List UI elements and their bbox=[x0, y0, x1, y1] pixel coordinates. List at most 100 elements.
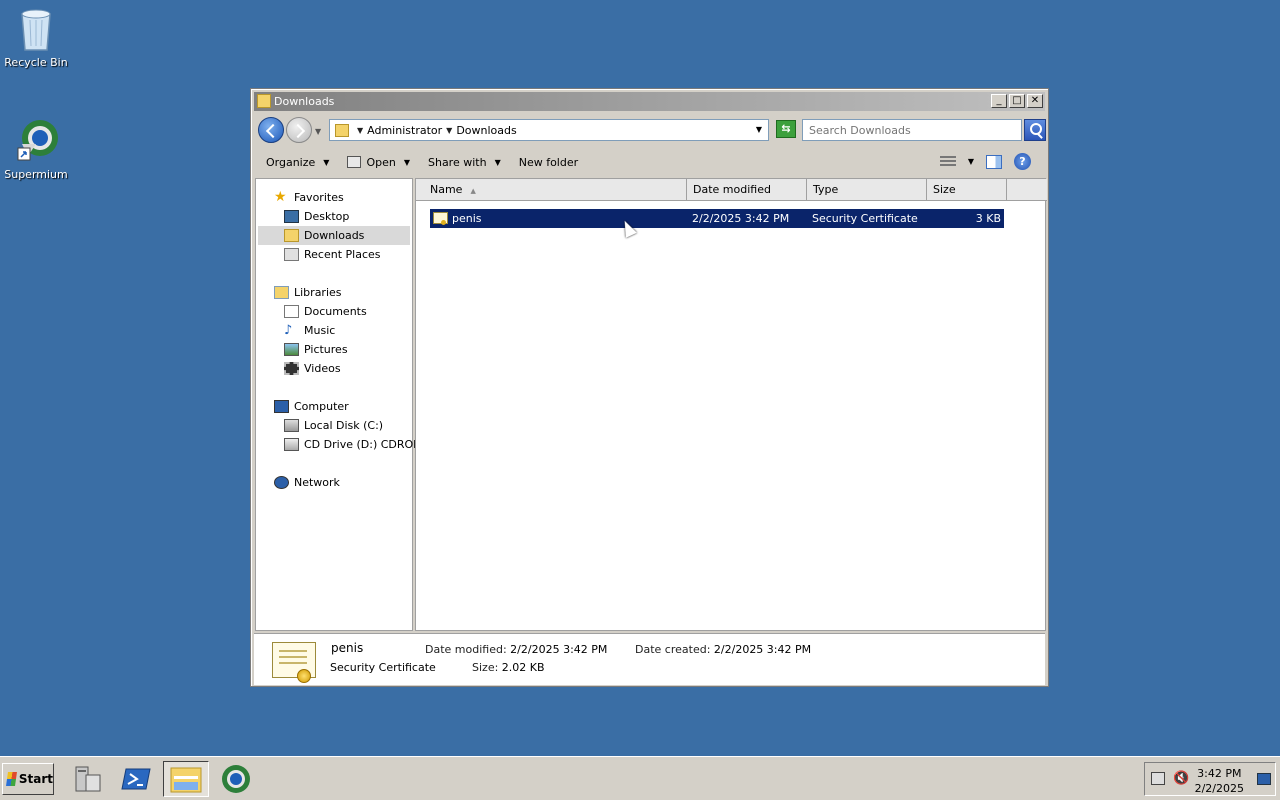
system-tray: 🔇 3:42 PM 2/2/2025 bbox=[1144, 762, 1276, 796]
open-button[interactable]: Open ▼ bbox=[347, 156, 410, 169]
nav-label: Network bbox=[294, 476, 340, 489]
nav-item-computer[interactable]: Computer bbox=[274, 397, 349, 416]
organize-label: Organize bbox=[266, 155, 316, 169]
column-label: Date modified bbox=[693, 183, 771, 196]
music-icon: ♪ bbox=[284, 323, 293, 338]
change-view-icon[interactable] bbox=[939, 155, 956, 168]
powershell-icon bbox=[121, 768, 151, 790]
network-icon bbox=[274, 476, 289, 489]
chevron-down-icon: ▼ bbox=[494, 157, 501, 167]
recent-pages-dropdown[interactable]: ▼ bbox=[315, 127, 321, 136]
file-date-modified: 2/2/2025 3:42 PM bbox=[692, 212, 790, 225]
nav-label: Videos bbox=[304, 362, 341, 375]
desktop-icon-label: Recycle Bin bbox=[4, 56, 68, 69]
chevron-down-icon: ▼ bbox=[323, 157, 330, 167]
clock-time: 3:42 PM bbox=[1197, 767, 1242, 780]
details-file-type: Security Certificate bbox=[330, 661, 436, 674]
start-button[interactable]: Start bbox=[2, 763, 54, 795]
nav-label: Libraries bbox=[294, 286, 342, 299]
file-row[interactable]: penis 2/2/2025 3:42 PM Security Certific… bbox=[430, 209, 1004, 228]
breadcrumb-administrator[interactable]: Administrator bbox=[367, 124, 442, 137]
taskbar-server-manager[interactable] bbox=[64, 761, 110, 797]
title-bar[interactable]: Downloads _ □ ✕ bbox=[254, 92, 1045, 111]
nav-label: CD Drive (D:) CDROM bbox=[304, 438, 423, 451]
clock[interactable]: 3:42 PM 2/2/2025 bbox=[1195, 766, 1244, 796]
nav-label: Pictures bbox=[304, 343, 348, 356]
column-header-date-modified[interactable]: Date modified bbox=[687, 179, 807, 201]
file-size: 3 KB bbox=[975, 212, 1001, 225]
details-file-name: penis bbox=[331, 641, 364, 655]
details-value: 2/2/2025 3:42 PM bbox=[510, 643, 608, 656]
new-folder-button[interactable]: New folder bbox=[519, 156, 578, 169]
nav-label: Documents bbox=[304, 305, 367, 318]
breadcrumb-downloads[interactable]: Downloads bbox=[456, 124, 516, 137]
navigation-pane: ★ Favorites Desktop Downloads Recent Pla… bbox=[255, 178, 423, 631]
preview-pane-icon[interactable] bbox=[986, 154, 1002, 169]
organize-button[interactable]: Organize ▼ bbox=[266, 156, 329, 169]
search-icon[interactable] bbox=[1024, 119, 1046, 141]
column-label: Size bbox=[933, 183, 956, 196]
taskbar-windows-explorer[interactable] bbox=[163, 761, 209, 797]
chevron-down-icon[interactable]: ▼ bbox=[357, 126, 363, 135]
minimize-button[interactable]: _ bbox=[991, 94, 1007, 108]
sort-arrow-icon: ▲ bbox=[470, 187, 476, 195]
desktop-icon-supermium[interactable]: Supermium bbox=[0, 118, 72, 181]
taskbar-supermium[interactable] bbox=[213, 761, 259, 797]
folder-icon bbox=[257, 94, 271, 108]
details-date-modified: Date modified: 2/2/2025 3:42 PM bbox=[425, 643, 607, 656]
explorer-window: Downloads _ □ ✕ ▼ ▼ Administrator ▼ Down… bbox=[250, 88, 1049, 687]
new-folder-label: New folder bbox=[518, 155, 579, 169]
volume-muted-icon[interactable]: 🔇 bbox=[1173, 771, 1189, 786]
nav-label: Desktop bbox=[304, 210, 350, 223]
clock-date: 2/2/2025 bbox=[1194, 782, 1244, 795]
supermium-browser-icon bbox=[222, 765, 250, 793]
forward-button[interactable] bbox=[286, 117, 312, 143]
nav-item-favorites[interactable]: ★ Favorites bbox=[274, 188, 344, 207]
computer-icon bbox=[274, 400, 289, 413]
nav-item-pictures[interactable]: Pictures bbox=[284, 340, 348, 359]
column-label: Name bbox=[430, 183, 463, 196]
search-input[interactable] bbox=[802, 119, 1022, 141]
column-header-size[interactable]: Size bbox=[927, 179, 1007, 201]
nav-item-downloads[interactable]: Downloads bbox=[258, 226, 410, 245]
nav-item-cd-drive[interactable]: CD Drive (D:) CDROM bbox=[284, 435, 423, 454]
network-status-icon[interactable] bbox=[1151, 772, 1165, 785]
maximize-button[interactable]: □ bbox=[1009, 94, 1025, 108]
nav-item-recent-places[interactable]: Recent Places bbox=[284, 245, 381, 264]
details-size: Size: 2.02 KB bbox=[472, 661, 545, 674]
column-header-type[interactable]: Type bbox=[807, 179, 927, 201]
taskbar-powershell[interactable] bbox=[114, 761, 160, 797]
close-button[interactable]: ✕ bbox=[1027, 94, 1043, 108]
share-with-button[interactable]: Share with ▼ bbox=[428, 156, 501, 169]
chevron-down-icon[interactable]: ▼ bbox=[968, 157, 974, 166]
show-desktop-icon[interactable] bbox=[1257, 773, 1271, 785]
file-type: Security Certificate bbox=[812, 212, 918, 225]
nav-item-music[interactable]: ♪ Music bbox=[284, 321, 335, 340]
nav-item-local-disk[interactable]: Local Disk (C:) bbox=[284, 416, 383, 435]
folder-icon bbox=[335, 123, 349, 137]
recycle-bin-icon bbox=[16, 6, 56, 52]
details-pane: penis Security Certificate Date modified… bbox=[254, 633, 1045, 685]
libraries-icon bbox=[274, 286, 289, 299]
nav-item-network[interactable]: Network bbox=[274, 473, 340, 492]
refresh-button[interactable]: ⇆ bbox=[776, 120, 796, 138]
nav-item-videos[interactable]: Videos bbox=[284, 359, 341, 378]
window-title: Downloads bbox=[274, 95, 335, 108]
details-label: Size: bbox=[472, 661, 499, 674]
taskbar: Start 🔇 3:42 PM 2/2/2025 bbox=[0, 756, 1280, 800]
help-icon[interactable]: ? bbox=[1014, 153, 1031, 170]
chevron-down-icon[interactable]: ▼ bbox=[446, 126, 452, 135]
back-button[interactable] bbox=[258, 117, 284, 143]
nav-label: Downloads bbox=[304, 229, 365, 242]
windows-flag-icon bbox=[6, 772, 17, 786]
nav-item-libraries[interactable]: Libraries bbox=[274, 283, 342, 302]
desktop-icon-recycle-bin[interactable]: Recycle Bin bbox=[0, 6, 72, 69]
chevron-down-icon[interactable]: ▼ bbox=[404, 158, 410, 167]
column-header-name[interactable]: Name ▲ bbox=[416, 179, 687, 201]
nav-item-documents[interactable]: Documents bbox=[284, 302, 367, 321]
address-bar[interactable]: ▼ Administrator ▼ Downloads ▼ bbox=[329, 119, 769, 141]
nav-item-desktop[interactable]: Desktop bbox=[284, 207, 349, 226]
address-dropdown-icon[interactable]: ▼ bbox=[756, 125, 762, 134]
start-label: Start bbox=[18, 772, 53, 786]
desktop-icon-label: Supermium bbox=[4, 168, 68, 181]
